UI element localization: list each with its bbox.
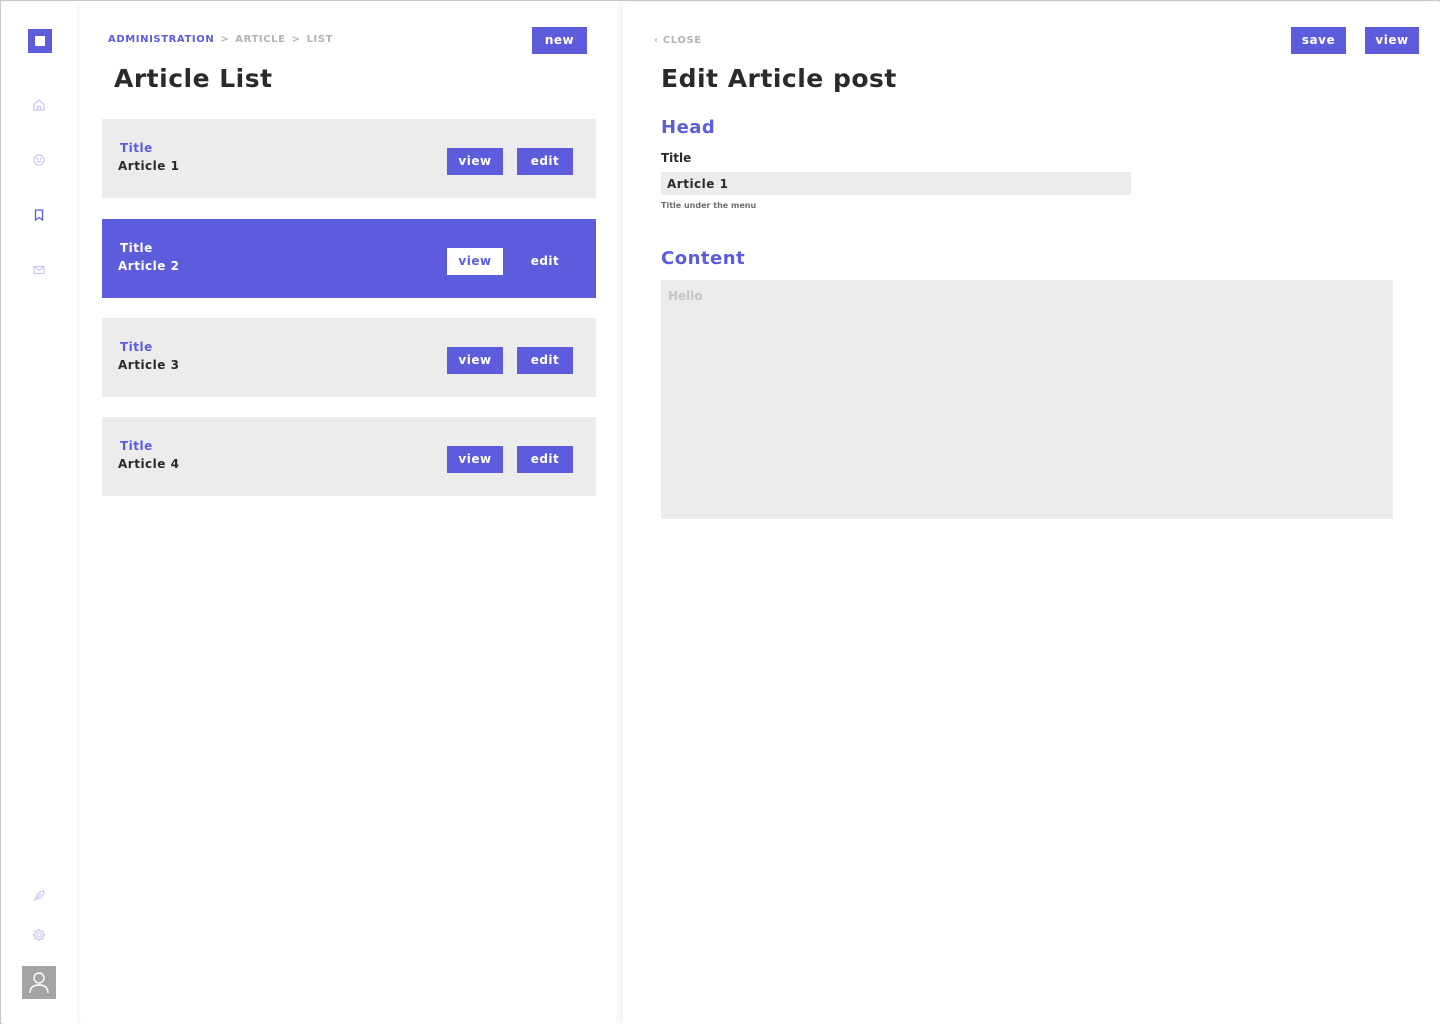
breadcrumb: ADMINISTRATION > ARTICLE > LIST [108,34,333,45]
breadcrumb-separator: > [291,34,301,45]
view-button[interactable]: view [1365,27,1419,54]
article-list-panel: ADMINISTRATION > ARTICLE > LIST new Article … [77,2,623,1024]
app-frame: ADMINISTRATION > ARTICLE > LIST new Article … [0,0,1440,1024]
view-button[interactable]: view [447,248,503,275]
card-label: Title [120,439,153,453]
article-card[interactable]: Title Article 4 view edit [102,417,596,496]
avatar[interactable] [22,966,56,999]
card-label: Title [120,141,153,155]
view-button[interactable]: view [447,347,503,374]
app-logo[interactable] [28,29,52,53]
card-article-name: Article 1 [118,159,180,173]
title-field-hint: Title under the menu [661,201,757,210]
section-heading-head: Head [661,117,716,138]
breadcrumb-separator: > [220,34,230,45]
view-button[interactable]: view [447,148,503,175]
edit-button[interactable]: edit [517,248,573,275]
card-article-name: Article 2 [118,259,180,273]
gear-icon[interactable] [31,927,47,943]
edit-article-panel: ‹ CLOSE save view Edit Article post Head… [623,2,1440,1024]
bookmark-icon[interactable] [31,207,47,223]
breadcrumb-item-administration[interactable]: ADMINISTRATION [108,34,214,45]
card-label: Title [120,241,153,255]
content-textarea[interactable] [661,280,1393,519]
breadcrumb-item-list: LIST [306,34,334,45]
article-card-selected[interactable]: Title Article 2 view edit [102,219,596,298]
card-article-name: Article 4 [118,457,180,471]
edit-button[interactable]: edit [517,148,573,175]
article-card[interactable]: Title Article 1 view edit [102,119,596,198]
chevron-left-icon: ‹ [654,35,663,46]
save-button[interactable]: save [1291,27,1346,54]
mail-icon[interactable] [31,262,47,278]
section-heading-content: Content [661,248,746,269]
card-article-name: Article 3 [118,358,180,372]
new-article-button[interactable]: new [532,27,587,54]
page-title: Article List [114,64,273,93]
smiley-icon[interactable] [31,152,47,168]
card-label: Title [120,340,153,354]
title-field-label: Title [661,151,692,165]
close-label: CLOSE [662,35,702,46]
article-card[interactable]: Title Article 3 view edit [102,318,596,397]
close-link[interactable]: ‹ CLOSE [654,35,702,46]
breadcrumb-item-article[interactable]: ARTICLE [235,34,285,45]
home-icon[interactable] [31,97,47,113]
edit-button[interactable]: edit [517,347,573,374]
edit-page-title: Edit Article post [661,64,897,93]
edit-button[interactable]: edit [517,446,573,473]
feather-icon[interactable] [31,888,47,904]
user-icon [29,972,49,994]
view-button[interactable]: view [447,446,503,473]
title-field[interactable] [661,172,1131,195]
sidebar [2,2,77,1024]
